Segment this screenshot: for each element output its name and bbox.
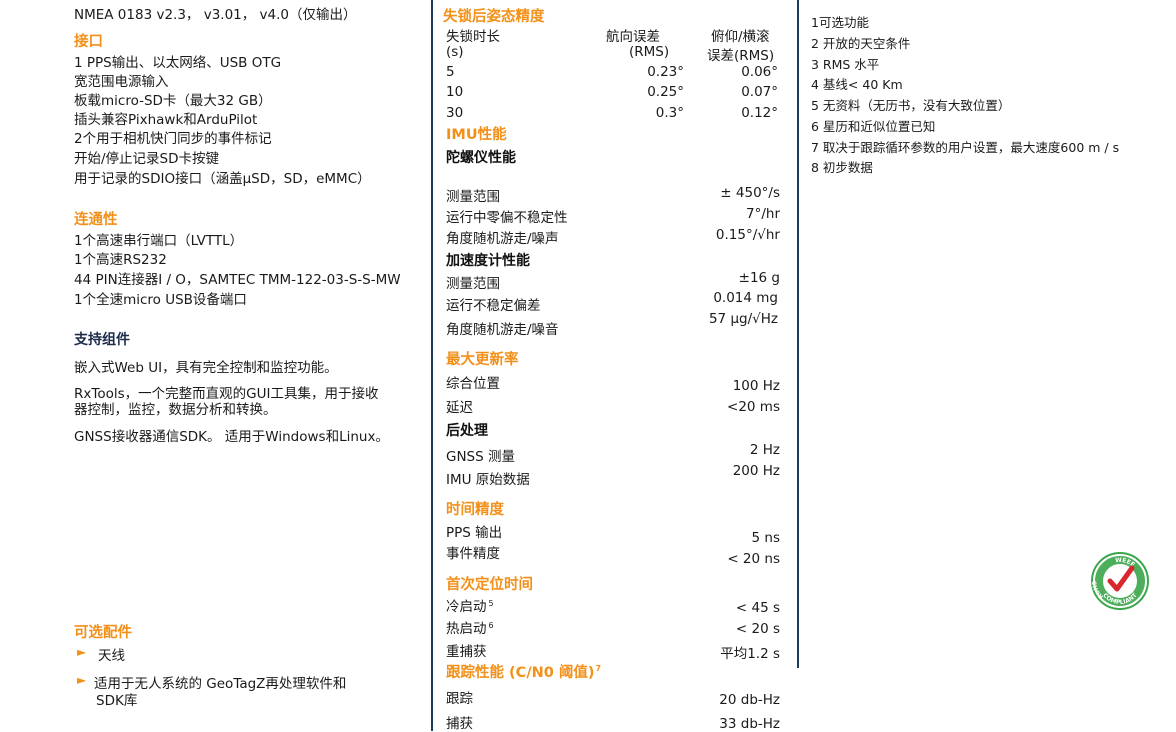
attitude-row-heading-error: 0.23° bbox=[647, 64, 684, 80]
post-label: IMU 原始数据 bbox=[446, 472, 530, 488]
tracking-value: 20 db-Hz bbox=[719, 692, 780, 708]
timing-label: 事件精度 bbox=[446, 546, 500, 562]
interface-item: 开始/停止记录SD卡按键 bbox=[74, 151, 220, 167]
timing-label: PPS 输出 bbox=[446, 525, 503, 541]
attitude-header-duration-unit: (s) bbox=[446, 44, 464, 60]
footnote: 8 初步数据 bbox=[811, 160, 873, 175]
gyro-value: ± 450°/s bbox=[720, 185, 780, 201]
footnote: 1可选功能 bbox=[811, 15, 869, 30]
connectivity-item: 44 PIN连接器I / O，SAMTEC TMM-122-03-S-S-MW bbox=[74, 272, 401, 288]
attitude-header-pitch: 俯仰/横滚 bbox=[711, 29, 770, 45]
post-value: 200 Hz bbox=[732, 463, 780, 479]
attitude-row-duration: 10 bbox=[446, 84, 464, 100]
nmea-line: NMEA 0183 v2.3， v3.01， v4.0（仅输出） bbox=[74, 7, 357, 23]
bullet-arrow-icon: ► bbox=[77, 673, 87, 687]
support-heading: 支持组件 bbox=[74, 332, 130, 348]
gyro-value: 7°/hr bbox=[746, 206, 780, 222]
timing-value: 5 ns bbox=[751, 530, 780, 546]
update-label: 延迟 bbox=[446, 400, 473, 416]
attitude-row-pitch-error: 0.06° bbox=[741, 64, 778, 80]
footnote: 5 无资料（无历书，没有大致位置） bbox=[811, 98, 1011, 113]
attitude-row-heading-error: 0.25° bbox=[647, 84, 684, 100]
attitude-header-pitch-unit: 误差(RMS) bbox=[707, 48, 775, 64]
attitude-row-duration: 30 bbox=[446, 105, 464, 121]
gyro-heading: 陀螺仪性能 bbox=[446, 150, 516, 166]
accel-heading: 加速度计性能 bbox=[446, 253, 530, 269]
attitude-header-duration: 失锁时长 bbox=[446, 29, 500, 45]
attitude-row-pitch-error: 0.12° bbox=[741, 105, 778, 121]
ttff-value: 平均1.2 s bbox=[720, 646, 780, 662]
update-label: 综合位置 bbox=[446, 376, 500, 392]
accel-label: 角度随机游走/噪音 bbox=[446, 322, 559, 338]
timing-value: < 20 ns bbox=[727, 551, 780, 567]
column-divider-right bbox=[797, 0, 799, 668]
optional-item: SDK库 bbox=[96, 693, 138, 709]
ttff-heading: 首次定位时间 bbox=[446, 577, 533, 593]
footnote: 7 取决于跟踪循环参数的用户设置，最大速度600 m / s bbox=[811, 140, 1120, 155]
connectivity-item: 1个高速RS232 bbox=[74, 252, 167, 268]
support-item: GNSS接收器通信SDK。 适用于Windows和Linux。 bbox=[74, 429, 389, 445]
post-label: GNSS 测量 bbox=[446, 449, 515, 465]
gyro-value: 0.15°/√hr bbox=[715, 227, 780, 243]
interface-item: 用于记录的SDIO接口（涵盖μSD，SD，eMMC） bbox=[74, 171, 371, 187]
ttff-label: 热启动 6 bbox=[446, 620, 494, 638]
attitude-header-heading-unit: (RMS) bbox=[629, 44, 670, 60]
attitude-row-pitch-error: 0.07° bbox=[741, 84, 778, 100]
interface-heading: 接口 bbox=[74, 34, 103, 50]
tracking-label: 捕获 bbox=[446, 716, 473, 732]
interface-item: 板载micro-SD卡（最大32 GB） bbox=[74, 93, 272, 109]
ttff-value: < 20 s bbox=[735, 621, 780, 637]
timing-heading: 时间精度 bbox=[446, 502, 504, 518]
attitude-row-duration: 5 bbox=[446, 64, 455, 80]
accel-label: 测量范围 bbox=[446, 276, 500, 292]
attitude-heading: 失锁后姿态精度 bbox=[443, 9, 545, 25]
update-value: 100 Hz bbox=[732, 378, 780, 394]
accel-label: 运行不稳定偏差 bbox=[446, 298, 541, 314]
accel-value: ±16 g bbox=[738, 270, 780, 286]
interface-item: 2个用于相机快门同步的事件标记 bbox=[74, 131, 272, 147]
accel-value: 57 μg/√Hz bbox=[708, 311, 778, 327]
imu-heading: IMU性能 bbox=[446, 127, 507, 143]
accel-value: 0.014 mg bbox=[713, 290, 778, 306]
footnote-marker: 7 bbox=[595, 664, 602, 674]
optional-heading: 可选配件 bbox=[74, 625, 132, 641]
post-value: 2 Hz bbox=[749, 442, 780, 458]
attitude-row-heading-error: 0.3° bbox=[655, 105, 684, 121]
attitude-header-heading: 航向误差 bbox=[606, 29, 660, 45]
connectivity-heading: 连通性 bbox=[74, 212, 118, 228]
footnote: 2 开放的天空条件 bbox=[811, 36, 911, 51]
optional-item: 天线 bbox=[98, 648, 125, 664]
footnote: 6 星历和近似位置已知 bbox=[811, 119, 936, 134]
gyro-label: 运行中零偏不稳定性 bbox=[446, 210, 568, 226]
tracking-value: 33 db-Hz bbox=[719, 716, 780, 732]
column-divider-left bbox=[431, 0, 433, 731]
bullet-arrow-icon: ► bbox=[77, 645, 87, 659]
footnote: 4 基线< 40 Km bbox=[811, 77, 903, 92]
footnote-marker: 6 bbox=[488, 620, 494, 630]
update-value: <20 ms bbox=[727, 399, 780, 415]
gyro-label: 角度随机游走/噪声 bbox=[446, 231, 559, 247]
interface-item: 1 PPS输出、以太网络、USB OTG bbox=[74, 55, 282, 71]
update-heading: 最大更新率 bbox=[446, 352, 519, 368]
footnote-marker: 5 bbox=[488, 598, 494, 608]
footnote: 3 RMS 水平 bbox=[811, 57, 880, 72]
ttff-label: 冷启动 5 bbox=[446, 598, 494, 616]
interface-item: 插头兼容Pixhawk和ArduPilot bbox=[74, 112, 258, 128]
tracking-label: 跟踪 bbox=[446, 691, 473, 707]
support-item: 器控制，监控，数据分析和转换。 bbox=[74, 402, 277, 418]
post-heading: 后处理 bbox=[446, 423, 488, 439]
ttff-value: < 45 s bbox=[735, 600, 780, 616]
gyro-label: 测量范围 bbox=[446, 189, 500, 205]
connectivity-item: 1个全速micro USB设备端口 bbox=[74, 292, 247, 308]
interface-item: 宽范围电源输入 bbox=[74, 74, 169, 90]
support-item: 嵌入式Web UI，具有完全控制和监控功能。 bbox=[74, 360, 338, 376]
ttff-label: 重捕获 bbox=[446, 644, 487, 660]
connectivity-item: 1个高速串行端口（LVTTL） bbox=[74, 233, 244, 249]
rohs-weee-compliant-badge: WEEE COMPLIANT RoHS bbox=[1091, 552, 1149, 610]
tracking-heading: 跟踪性能 (C/N0 阈值)7 bbox=[446, 664, 602, 681]
